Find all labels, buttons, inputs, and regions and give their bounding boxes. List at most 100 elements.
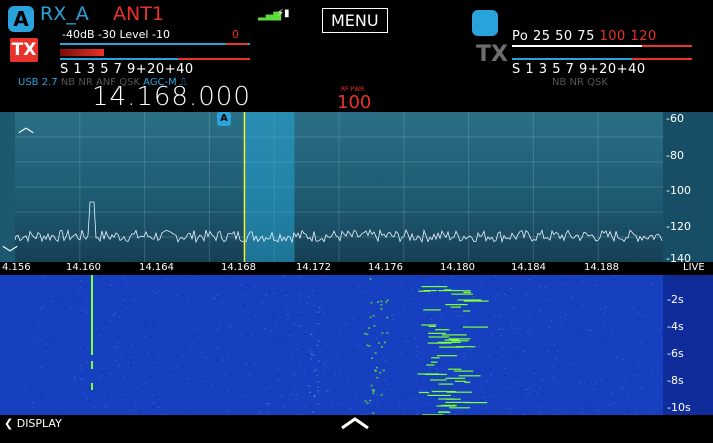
vfo-b-badge[interactable] xyxy=(472,10,498,36)
freq-tick-label: 14.188 xyxy=(584,262,619,273)
voice-signal xyxy=(438,411,451,413)
waterfall-noise xyxy=(469,349,472,351)
rx-a-label: RX_A xyxy=(40,3,89,25)
waterfall-noise xyxy=(274,335,277,337)
waterfall-noise xyxy=(106,280,109,282)
waterfall-noise xyxy=(213,297,216,299)
spectrum-panel[interactable] xyxy=(15,112,663,262)
waterfall-noise xyxy=(300,311,303,313)
waterfall-noise xyxy=(61,295,64,297)
weak-signal xyxy=(316,374,318,376)
display-button[interactable]: ❮ DISPLAY xyxy=(4,417,62,430)
waterfall-noise xyxy=(591,327,594,329)
mode-value[interactable]: USB xyxy=(18,77,39,88)
waterfall-noise xyxy=(598,282,601,284)
waterfall-noise xyxy=(432,370,435,372)
vfo-a-marker-badge[interactable]: A xyxy=(217,112,231,126)
tx-b-badge[interactable]: TX xyxy=(476,42,508,67)
waterfall-noise xyxy=(504,374,507,376)
waterfall-noise xyxy=(245,288,248,290)
waterfall-noise xyxy=(265,403,268,405)
waterfall-noise xyxy=(236,343,239,345)
waterfall-panel[interactable] xyxy=(15,275,663,415)
voice-signal xyxy=(368,345,371,347)
waterfall-noise xyxy=(236,384,239,386)
waterfall-noise xyxy=(394,361,397,363)
live-label[interactable]: LIVE xyxy=(683,262,705,273)
waterfall-noise xyxy=(273,317,276,319)
db-scale: -60 -80 -100 -120 -140 xyxy=(663,112,713,265)
waterfall-noise xyxy=(132,357,135,358)
voice-signal xyxy=(382,369,385,372)
waterfall-noise xyxy=(420,359,423,361)
vfo-a-badge[interactable]: A xyxy=(8,6,34,32)
waterfall-noise xyxy=(314,374,317,375)
voice-signal xyxy=(449,407,470,409)
weak-signal xyxy=(309,385,311,387)
waterfall-noise xyxy=(498,360,501,362)
waterfall-noise xyxy=(491,278,494,280)
waterfall-noise xyxy=(502,328,505,330)
menu-button[interactable]: MENU xyxy=(322,8,388,33)
waterfall-noise xyxy=(57,360,59,362)
po-scale-white: Po 25 50 75 xyxy=(512,29,595,44)
weak-signal xyxy=(310,333,312,335)
expand-up-chevron-icon[interactable] xyxy=(340,415,370,430)
waterfall-noise xyxy=(79,364,82,366)
waterfall-noise xyxy=(248,374,251,376)
waterfall-noise xyxy=(621,388,624,390)
waterfall-noise xyxy=(312,290,315,292)
vfo-a-frequency[interactable]: 14.168.000 xyxy=(92,82,251,112)
waterfall-noise xyxy=(460,326,463,328)
waterfall-noise xyxy=(152,320,155,322)
voice-signal xyxy=(451,293,473,295)
waterfall-noise xyxy=(600,379,603,381)
waterfall-noise xyxy=(602,312,605,314)
waterfall-noise xyxy=(111,397,114,399)
chevron-down-icon[interactable]: ﹀ xyxy=(2,240,18,264)
antenna-label[interactable]: ANT1 xyxy=(113,3,164,25)
waterfall-noise xyxy=(619,386,622,388)
waterfall-noise xyxy=(189,345,192,347)
waterfall-time-scale: -2s -4s -6s -8s -10s xyxy=(663,275,713,415)
tx-a-badge[interactable]: TX xyxy=(10,38,38,62)
voice-signal xyxy=(445,377,466,379)
waterfall-noise xyxy=(107,398,110,400)
waterfall-noise xyxy=(201,351,204,353)
waterfall-noise xyxy=(143,323,146,325)
waterfall-noise xyxy=(429,314,432,316)
waterfall-noise xyxy=(469,277,472,279)
chevron-up-icon[interactable]: ︿ xyxy=(18,113,34,137)
freq-tick-label: 14.176 xyxy=(368,262,403,273)
waterfall-noise xyxy=(430,318,432,320)
waterfall-noise xyxy=(124,285,127,287)
waterfall-noise xyxy=(401,408,404,410)
waterfall-noise xyxy=(544,366,547,368)
waterfall-noise xyxy=(610,392,613,394)
time-label: -4s xyxy=(667,320,684,333)
waterfall-noise xyxy=(362,358,365,360)
waterfall-noise xyxy=(293,323,296,324)
waterfall-noise xyxy=(149,376,152,378)
waterfall-noise xyxy=(613,359,616,361)
waterfall-noise xyxy=(238,369,241,371)
waterfall-noise xyxy=(631,308,634,309)
waterfall-noise xyxy=(501,348,504,350)
waterfall-noise xyxy=(428,408,431,410)
bandwidth-value[interactable]: 2.7 xyxy=(42,77,58,88)
waterfall-noise xyxy=(479,410,482,411)
waterfall-noise xyxy=(310,393,313,395)
waterfall-noise xyxy=(321,279,324,281)
waterfall-noise xyxy=(238,395,241,397)
waterfall-noise xyxy=(255,283,258,285)
rf-power-value[interactable]: 100 xyxy=(337,92,371,113)
voice-signal xyxy=(383,341,386,344)
waterfall-noise xyxy=(120,352,123,354)
waterfall-noise xyxy=(55,321,58,323)
waterfall-noise xyxy=(550,375,553,377)
waterfall-noise xyxy=(605,339,608,341)
waterfall-noise xyxy=(440,276,443,278)
waterfall-noise xyxy=(243,295,245,297)
waterfall-noise xyxy=(350,408,353,410)
waterfall-noise xyxy=(46,335,49,337)
